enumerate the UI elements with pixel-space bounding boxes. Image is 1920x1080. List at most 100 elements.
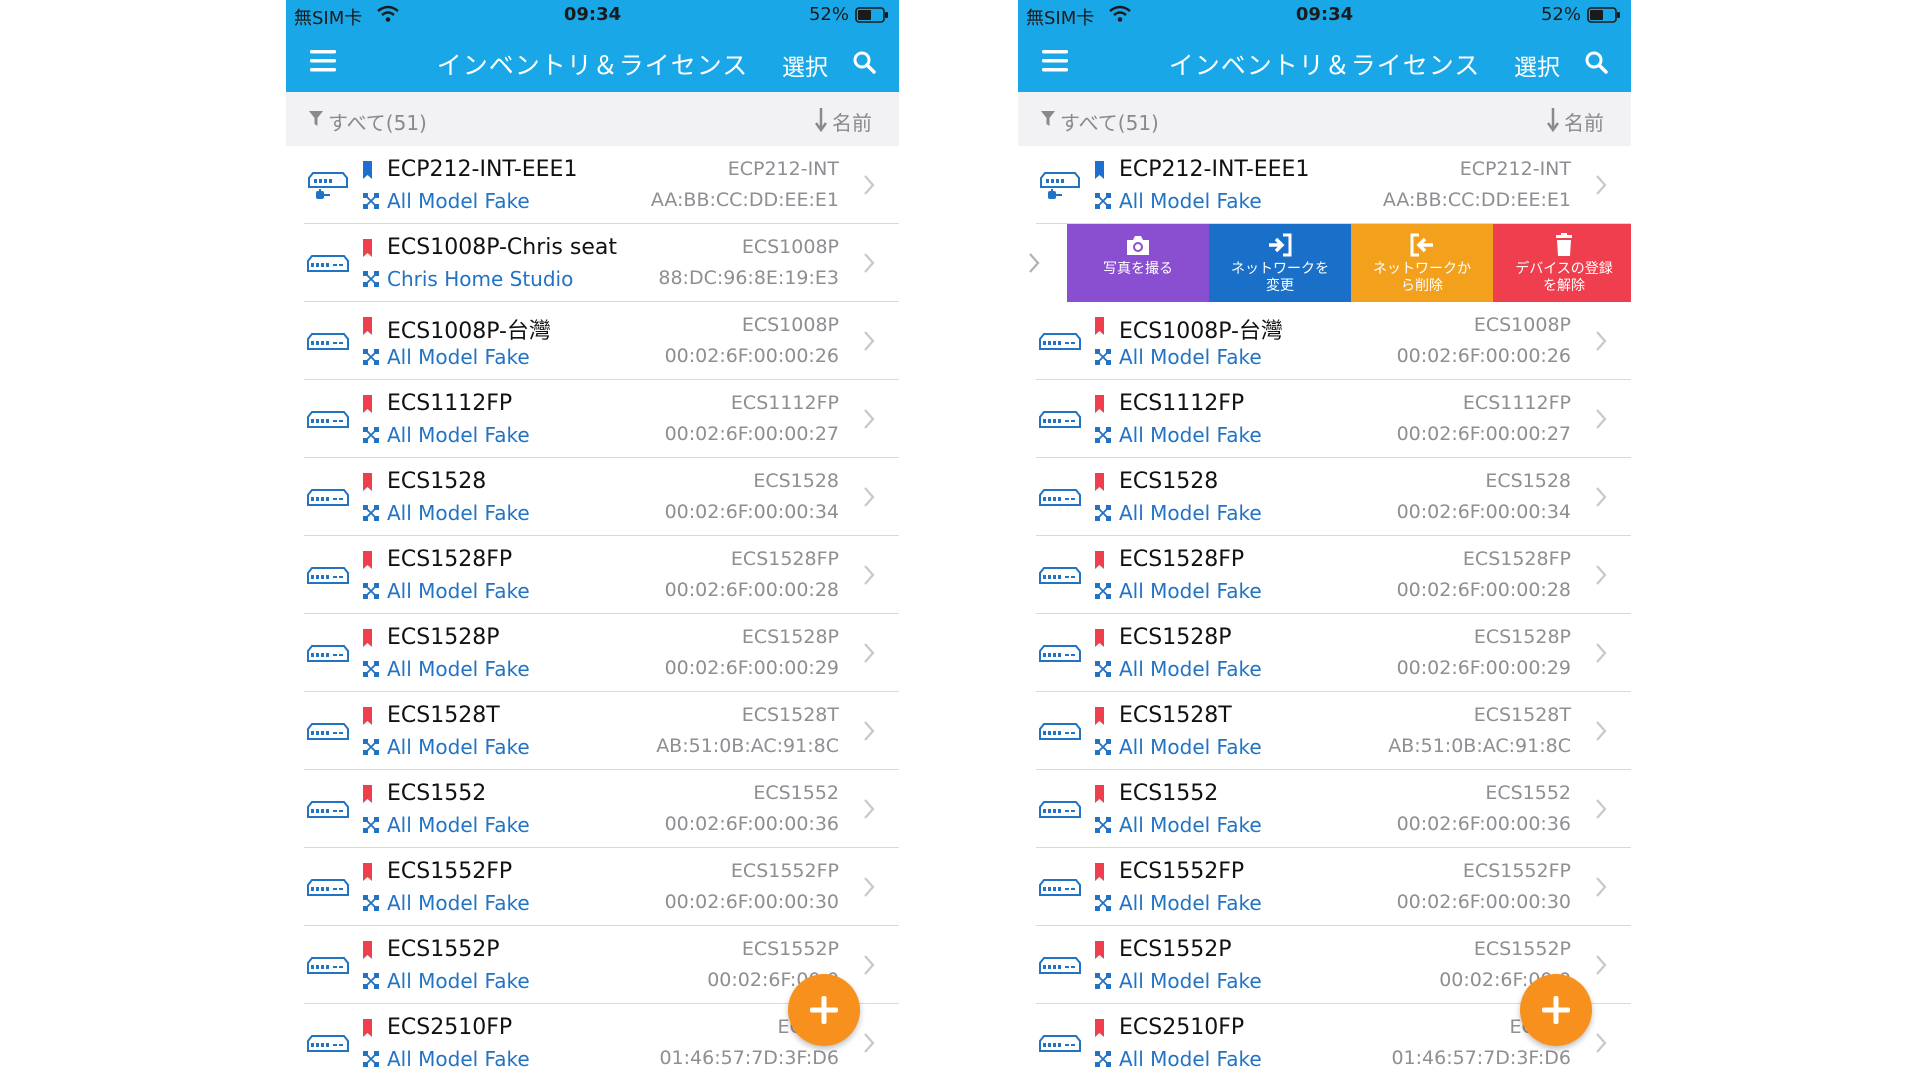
remove-from-network-label: ネットワークか (1373, 261, 1471, 277)
bookmark-icon (363, 239, 372, 257)
device-network[interactable]: Chris Home Studio (387, 267, 573, 291)
device-model: ECS1528P (741, 626, 839, 648)
bookmark-icon (1095, 317, 1104, 335)
device-row[interactable]: ECS1552 All Model Fake ECS1552 00:02:6F:… (1018, 770, 1631, 848)
select-button[interactable]: 選択 (782, 48, 828, 82)
unregister-device-label: デバイスの登録 (1515, 261, 1613, 277)
chevron-right-icon[interactable] (1028, 252, 1040, 274)
sort-label[interactable]: 名前 (1564, 107, 1604, 136)
phone-screen-right: 無SIM卡 09:34 52% インベントリ＆ライセンス 選択 すべて(51) … (1018, 0, 1631, 1080)
filter-icon[interactable] (308, 110, 324, 128)
device-name: ECS1528P (1119, 625, 1232, 650)
bookmark-icon (363, 629, 372, 647)
device-model: ECS1552FP (730, 860, 839, 882)
device-mac: 00:02:6F:00:00:30 (1396, 891, 1571, 913)
device-name: ECS1552FP (387, 859, 513, 884)
change-network-button[interactable]: ネットワークを 変更 (1209, 224, 1351, 302)
filter-label[interactable]: すべて(51) (1060, 107, 1159, 136)
device-name: ECS1552 (1119, 781, 1219, 806)
filter-label[interactable]: すべて(51) (328, 107, 427, 136)
device-network[interactable]: All Model Fake (387, 189, 530, 213)
device-mac: 00:02:6F:00:00:26 (1396, 345, 1571, 367)
device-row[interactable]: ECS1112FP All Model Fake ECS1112FP 00:02… (1018, 380, 1631, 458)
device-name: ECS1008P-台灣 (1119, 319, 1283, 344)
device-network[interactable]: All Model Fake (1119, 813, 1262, 837)
sort-arrow-icon[interactable] (814, 106, 828, 132)
trash-icon (1556, 233, 1572, 256)
device-row[interactable]: ECS1528P All Model Fake ECS1528P 00:02:6… (1018, 614, 1631, 692)
status-time: 09:34 (563, 4, 622, 25)
device-network[interactable]: All Model Fake (387, 423, 530, 447)
device-row[interactable]: ECS1528P All Model Fake ECS1528P 00:02:6… (286, 614, 899, 692)
bookmark-icon (1095, 707, 1104, 725)
device-row[interactable]: ECS1552 All Model Fake ECS1552 00:02:6F:… (286, 770, 899, 848)
switch-icon (307, 255, 349, 272)
network-icon (1095, 583, 1111, 599)
device-network[interactable]: All Model Fake (1119, 423, 1262, 447)
device-list: ECP212-INT-EEE1 All Model Fake ECP212-IN… (286, 146, 899, 1080)
network-icon (363, 349, 379, 365)
device-model: ECS1552 (753, 782, 839, 804)
device-network[interactable]: All Model Fake (1119, 657, 1262, 681)
device-row[interactable]: ECP212-INT-EEE1 All Model Fake ECP212-IN… (286, 146, 899, 224)
device-network[interactable]: All Model Fake (1119, 345, 1262, 369)
device-network[interactable]: All Model Fake (1119, 189, 1262, 213)
search-icon[interactable] (1584, 50, 1608, 74)
device-network[interactable]: All Model Fake (387, 891, 530, 915)
device-mac: 00:02:6F:00:00:28 (1396, 579, 1571, 601)
switch-icon (307, 567, 349, 584)
device-mac: 00:02:6F:00:00:29 (1396, 657, 1571, 679)
device-network[interactable]: All Model Fake (387, 813, 530, 837)
search-icon[interactable] (852, 50, 876, 74)
device-row[interactable]: ECS1528FP All Model Fake ECS1528FP 00:02… (1018, 536, 1631, 614)
device-network[interactable]: All Model Fake (387, 969, 530, 993)
device-network[interactable]: All Model Fake (1119, 735, 1262, 759)
add-device-button[interactable] (788, 974, 860, 1046)
bookmark-icon (1095, 551, 1104, 569)
select-button[interactable]: 選択 (1514, 48, 1560, 82)
network-icon (1095, 193, 1111, 209)
device-network[interactable]: All Model Fake (387, 1047, 530, 1071)
device-row[interactable]: ECS1008P-台灣 All Model Fake ECS1008P 00:0… (1018, 302, 1631, 380)
device-row[interactable]: ECS1112FP All Model Fake ECS1112FP 00:02… (286, 380, 899, 458)
device-mac: AA:BB:CC:DD:EE:E1 (650, 189, 839, 211)
device-row[interactable]: ECS1528T All Model Fake ECS1528T AB:51:0… (1018, 692, 1631, 770)
bookmark-icon (363, 785, 372, 803)
device-network[interactable]: All Model Fake (1119, 1047, 1262, 1071)
device-network[interactable]: All Model Fake (387, 657, 530, 681)
sort-arrow-icon[interactable] (1546, 106, 1560, 132)
switch-icon (1039, 801, 1081, 818)
remove-from-network-button[interactable]: ネットワークか ら削除 (1351, 224, 1493, 302)
sort-label[interactable]: 名前 (832, 107, 872, 136)
device-row[interactable]: ECS1008P-Chris seat Chris Home Studio EC… (286, 224, 899, 302)
device-row[interactable]: ECS1528FP All Model Fake ECS1528FP 00:02… (286, 536, 899, 614)
device-network[interactable]: All Model Fake (1119, 891, 1262, 915)
add-device-button[interactable] (1520, 974, 1592, 1046)
device-mac: 01:46:57:7D:3F:D6 (659, 1047, 839, 1069)
device-row[interactable]: ECS1528 All Model Fake ECS1528 00:02:6F:… (1018, 458, 1631, 536)
device-network[interactable]: All Model Fake (387, 501, 530, 525)
take-photo-button[interactable]: 写真を撮る (1067, 224, 1209, 302)
chevron-right-icon (1596, 877, 1607, 897)
device-network[interactable]: All Model Fake (1119, 969, 1262, 993)
switch-icon (1039, 567, 1081, 584)
device-network[interactable]: All Model Fake (387, 735, 530, 759)
switch-icon (307, 1035, 349, 1052)
device-row[interactable]: ECS1528T All Model Fake ECS1528T AB:51:0… (286, 692, 899, 770)
network-icon (363, 505, 379, 521)
chevron-right-icon (1596, 175, 1607, 195)
device-row[interactable]: ECS1552FP All Model Fake ECS1552FP 00:02… (1018, 848, 1631, 926)
device-row[interactable]: ECS1528 All Model Fake ECS1528 00:02:6F:… (286, 458, 899, 536)
device-row[interactable]: ECS1552FP All Model Fake ECS1552FP 00:02… (286, 848, 899, 926)
device-model: ECS1008P (1473, 314, 1571, 336)
device-network[interactable]: All Model Fake (387, 345, 530, 369)
filter-icon[interactable] (1040, 110, 1056, 128)
device-network[interactable]: All Model Fake (387, 579, 530, 603)
device-network[interactable]: All Model Fake (1119, 579, 1262, 603)
unregister-device-button[interactable]: デバイスの登録 を解除 (1493, 224, 1631, 302)
network-icon (1095, 661, 1111, 677)
bookmark-icon (363, 473, 372, 491)
device-row[interactable]: ECS1008P-台灣 All Model Fake ECS1008P 00:0… (286, 302, 899, 380)
device-row[interactable]: ECP212-INT-EEE1 All Model Fake ECP212-IN… (1018, 146, 1631, 224)
device-network[interactable]: All Model Fake (1119, 501, 1262, 525)
